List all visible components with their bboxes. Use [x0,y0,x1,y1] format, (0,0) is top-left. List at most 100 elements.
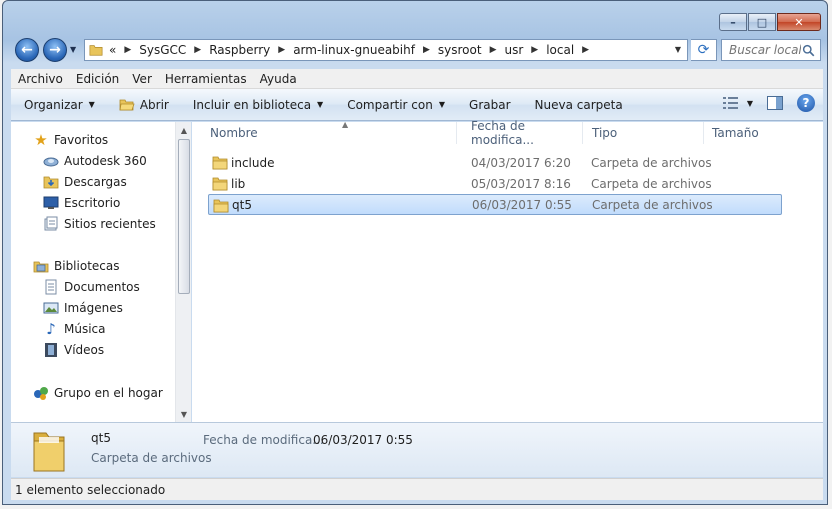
breadcrumb-label[interactable]: arm-linux-gnueabihf [293,43,415,57]
breadcrumb-sysroot[interactable]: ▶ sysroot [415,43,482,57]
recent-places-icon [44,216,58,231]
menu-bar: Archivo Edición Ver Herramientas Ayuda [11,69,823,89]
nav-libraries[interactable]: Bibliotecas [33,256,119,276]
folder-large-icon [33,432,65,472]
forward-button[interactable]: → [43,38,67,62]
back-button[interactable]: ← [15,38,39,62]
nav-autodesk-360[interactable]: Autodesk 360 [43,151,147,171]
view-controls: ▼ ? [722,94,815,112]
nav-label: Escritorio [64,196,121,210]
recent-pages-dropdown[interactable]: ▼ [70,45,76,54]
chevron-right-icon[interactable]: ▶ [582,45,589,55]
nav-homegroup[interactable]: Grupo en el hogar [33,383,163,403]
chevron-right-icon[interactable]: ▶ [278,45,285,55]
nav-pictures[interactable]: Imágenes [43,298,123,318]
chevron-right-icon[interactable]: ▶ [423,45,430,55]
breadcrumb-label[interactable]: sysroot [438,43,482,57]
close-button[interactable]: ✕ [777,13,821,31]
search-icon[interactable] [802,44,815,57]
menu-file[interactable]: Archivo [11,72,69,86]
scroll-thumb[interactable] [178,139,190,294]
breadcrumb-label[interactable]: usr [504,43,523,57]
menu-tools[interactable]: Herramientas [158,72,253,86]
column-header-size[interactable]: Tamaño [704,122,784,144]
burn-button[interactable]: Grabar [457,89,523,120]
breadcrumb-arm-linux[interactable]: ▶ arm-linux-gnueabihf [270,43,415,57]
column-header-date[interactable]: Fecha de modifica... [463,119,583,147]
share-button[interactable]: Compartir con ▼ [335,89,457,120]
nav-label: Favoritos [54,133,109,147]
details-item-name: qt5 [91,431,111,445]
breadcrumb-usr[interactable]: ▶ usr [482,43,524,57]
nav-documents[interactable]: Documentos [43,277,140,297]
breadcrumb-raspberry[interactable]: ▶ Raspberry [186,43,270,57]
column-header-name[interactable]: Nombre ▲ [202,120,457,144]
menu-help[interactable]: Ayuda [253,72,303,86]
chevron-down-icon: ▼ [317,100,324,109]
scroll-down-icon[interactable]: ▼ [176,406,192,422]
menu-edit[interactable]: Edición [69,72,125,86]
chevron-right-icon[interactable]: ▶ [124,45,131,55]
file-date: 05/03/2017 8:16 [471,176,571,191]
table-row[interactable]: include 04/03/2017 6:20 Carpeta de archi… [208,152,782,173]
help-icon[interactable]: ? [797,94,815,112]
nav-label: Vídeos [64,343,105,357]
file-type: Carpeta de archivos [592,197,713,212]
breadcrumb-label[interactable]: SysGCC [139,43,186,57]
sort-ascending-icon: ▲ [342,120,349,129]
chevron-right-icon[interactable]: ▶ [490,45,497,55]
film-strip-icon [45,343,57,357]
include-library-label: Incluir en biblioteca [192,97,312,112]
nav-label: Bibliotecas [54,259,120,273]
file-date: 06/03/2017 0:55 [472,197,572,212]
nav-label: Sitios recientes [64,217,156,231]
column-label: Tipo [592,126,618,140]
organize-button[interactable]: Organizar ▼ [11,89,107,120]
breadcrumb-sysgcc[interactable]: ▶ SysGCC [116,43,186,57]
minimize-button[interactable]: – [719,13,747,31]
file-date: 04/03/2017 6:20 [471,155,571,170]
breadcrumb-local[interactable]: ▶ local ▶ [523,43,597,57]
nav-music[interactable]: ♪ Música [43,319,105,339]
table-row-selected[interactable]: qt5 06/03/2017 0:55 Carpeta de archivos [208,194,782,215]
change-view-button[interactable]: ▼ [722,97,753,109]
nav-recent-places[interactable]: Sitios recientes [43,214,156,234]
breadcrumb-overflow[interactable]: « [109,43,116,57]
downloads-icon [43,176,59,189]
include-library-button[interactable]: Incluir en biblioteca ▼ [181,89,335,120]
nav-scrollbar[interactable]: ▲ ▼ [175,122,191,422]
refresh-button[interactable]: ⟳ [691,39,717,61]
address-bar[interactable]: « ▶ SysGCC ▶ Raspberry ▶ arm-linux-gnuea… [84,39,688,61]
nav-favorites[interactable]: ★ Favoritos [33,130,108,150]
nav-label: Documentos [64,280,140,294]
search-input[interactable] [729,43,801,57]
open-label: Abrir [139,97,169,112]
open-button[interactable]: Abrir [107,89,181,120]
folder-icon [213,199,229,213]
breadcrumb-label[interactable]: local [546,43,574,57]
nav-label: Autodesk 360 [64,154,147,168]
search-box[interactable] [721,39,821,61]
nav-videos[interactable]: Vídeos [43,340,104,360]
share-label: Compartir con [347,97,433,112]
breadcrumb-label[interactable]: Raspberry [209,43,270,57]
maximize-button[interactable]: □ [748,13,776,31]
nav-downloads[interactable]: Descargas [43,172,127,192]
column-header-type[interactable]: Tipo [584,122,704,144]
nav-desktop[interactable]: Escritorio [43,193,120,213]
table-row[interactable]: lib 05/03/2017 8:16 Carpeta de archivos [208,173,782,194]
new-folder-label: Nueva carpeta [534,97,623,112]
menu-view[interactable]: Ver [125,72,158,86]
folder-icon [212,156,228,170]
chevron-right-icon[interactable]: ▶ [194,45,201,55]
address-history-dropdown[interactable]: ▼ [675,45,681,54]
scroll-up-icon[interactable]: ▲ [176,122,192,138]
file-list: Nombre ▲ Fecha de modifica... Tipo Tamañ… [192,119,823,422]
nav-label: Grupo en el hogar [54,386,163,400]
chevron-right-icon[interactable]: ▶ [531,45,538,55]
homegroup-icon [34,387,48,400]
new-folder-button[interactable]: Nueva carpeta [523,89,635,120]
caption-buttons: – □ ✕ [719,13,821,31]
preview-pane-icon[interactable] [767,96,783,110]
documents-icon [45,279,57,295]
